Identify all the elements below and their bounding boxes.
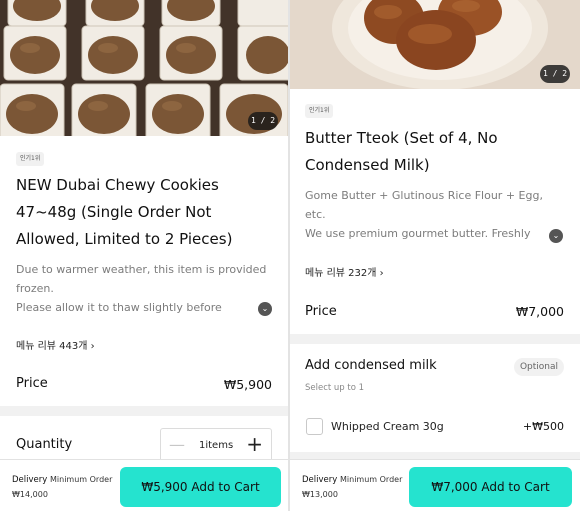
description-line: Gome Butter + Glutinous Rice Flour + Egg… [305,189,543,202]
option-price: +₩500 [522,420,564,433]
title-line: Condensed Milk) [305,156,430,174]
quantity-value: 1items [199,440,234,451]
option-group-subtitle: Select up to 1 [305,383,365,393]
price-label: Price [16,376,48,391]
product-title: Butter Tteok (Set of 4, No Condensed Mil… [305,125,570,179]
image-counter: 1 / 2 [540,65,570,83]
minimum-order-label: Minimum Order [340,475,403,484]
product-title: NEW Dubai Chewy Cookies 47~48g (Single O… [16,172,281,253]
menu-reviews-link[interactable]: 메뉴 리뷰 443개 › [16,337,95,352]
popular-badge: 인기1위 [16,152,45,166]
description-line: We use premium gourmet butter. Freshly [305,227,531,240]
chevron-down-icon[interactable]: ⌄ [549,229,563,243]
cookie-tray-photo [0,0,288,136]
delivery-label: Delivery [302,475,338,485]
add-to-cart-button[interactable]: ₩7,000 Add to Cart [409,467,572,507]
price-value: ₩7,000 [515,304,564,319]
add-to-cart-button[interactable]: ₩5,900 Add to Cart [120,467,281,507]
quantity-label: Quantity [16,437,73,452]
option-name[interactable]: Whipped Cream 30g [331,420,444,433]
plus-icon[interactable]: + [246,432,263,456]
description-line: Due to warmer weather, this item is prov… [16,263,267,276]
title-line: NEW Dubai Chewy Cookies [16,176,219,194]
section-divider [290,334,580,344]
bottom-bar: Delivery Minimum Order ₩13,000 ₩7,000 Ad… [290,459,580,511]
product-image[interactable]: 1 / 2 [290,0,580,89]
whipped-cream-checkbox[interactable] [306,418,323,435]
bottom-bar: Delivery Minimum Order ₩14,000 ₩5,900 Ad… [0,459,288,511]
title-line: Butter Tteok (Set of 4, No [305,129,498,147]
minimum-order-value: ₩13,000 [302,490,338,499]
delivery-info: Delivery Minimum Order [302,475,402,485]
chevron-down-icon[interactable]: ⌄ [258,302,272,316]
delivery-label: Delivery [12,475,48,485]
menu-reviews-link[interactable]: 메뉴 리뷰 232개 › [305,264,384,279]
product-panel-right: 1 / 2 인기1위 Butter Tteok (Set of 4, No Co… [290,0,580,511]
minus-icon[interactable]: — [169,435,185,454]
image-counter: 1 / 2 [248,112,278,130]
quantity-stepper[interactable]: — 1items + [160,428,272,462]
product-image[interactable]: 1 / 2 [0,0,288,136]
minimum-order-value: ₩14,000 [12,490,48,499]
price-value: ₩5,900 [223,377,272,392]
title-line: Allowed, Limited to 2 Pieces) [16,230,233,248]
popular-badge: 인기1위 [305,104,334,118]
product-description: Due to warmer weather, this item is prov… [16,260,272,318]
delivery-info: Delivery Minimum Order [12,475,112,485]
title-line: 47~48g (Single Order Not [16,203,212,221]
description-line: etc. [305,208,326,221]
price-label: Price [305,304,337,319]
optional-badge: Optional [513,358,564,376]
minimum-order-label: Minimum Order [50,475,113,484]
description-line: Please allow it to thaw slightly before [16,301,222,314]
description-line: frozen. [16,282,54,295]
option-group-title: Add condensed milk [305,358,437,373]
section-divider [0,406,288,416]
product-description: Gome Butter + Glutinous Rice Flour + Egg… [305,186,557,244]
madeleine-plate-photo [290,0,580,89]
product-panel-left: 1 / 2 인기1위 NEW Dubai Chewy Cookies 47~48… [0,0,288,511]
